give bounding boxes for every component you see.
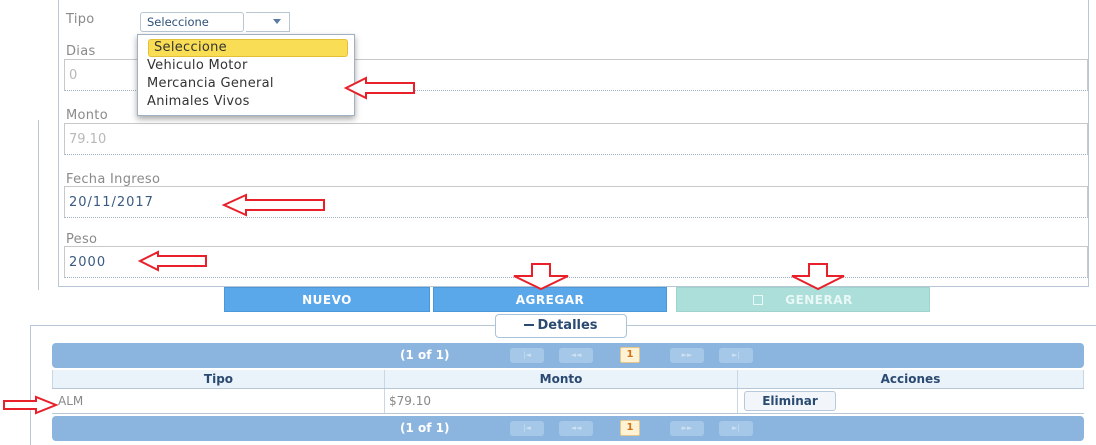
generar-button[interactable]: GENERAR [676,287,930,312]
cell-tipo: ALM [52,389,385,413]
form-panel-inner-left-border [58,0,59,287]
annotation-arrow-left-icon [221,193,325,217]
tipo-select-toggle[interactable] [266,12,290,32]
first-page-button[interactable]: |◄ [510,348,544,363]
eliminar-button[interactable]: Eliminar [744,391,836,411]
cell-monto: $79.10 [385,389,738,413]
save-icon [753,294,764,305]
column-header-monto[interactable]: Monto [385,370,738,388]
current-page-button[interactable]: 1 [620,420,640,436]
monto-field[interactable]: 79.10 [64,123,1088,155]
dias-value: 0 [69,68,78,83]
detalles-panel-left-border [30,325,31,445]
last-page-button[interactable]: ►| [719,348,753,363]
table-row-bottom-border [52,413,1084,414]
dropdown-option-animales-vivos[interactable]: Animales Vivos [147,94,250,109]
monto-value: 79.10 [69,132,107,147]
prev-page-button[interactable]: ◄◄ [559,348,593,363]
chevron-down-icon [273,19,281,24]
paginator-top: (1 of 1) |◄ ◄◄ 1 ►► ►| [52,343,1084,368]
detalles-title: Detalles [537,318,598,333]
dropdown-option-mercancia-general[interactable]: Mercancia General [147,76,274,91]
last-page-button[interactable]: ►| [719,421,753,436]
column-header-acciones[interactable]: Acciones [738,370,1084,388]
peso-label: Peso [66,232,98,247]
tipo-select-spacer [246,12,266,32]
annotation-arrow-right-icon [3,395,59,415]
detalles-toggle[interactable]: Detalles [495,314,627,338]
annotation-arrow-left-icon [343,76,415,100]
column-header-tipo[interactable]: Tipo [52,370,385,388]
prev-page-button[interactable]: ◄◄ [559,421,593,436]
fecha-ingreso-label: Fecha Ingreso [66,172,161,187]
form-panel-left-border [38,120,39,290]
peso-field[interactable]: 2000 [64,246,1088,278]
fecha-ingreso-field[interactable]: 20/11/2017 [64,186,1088,218]
peso-value: 2000 [69,255,107,270]
form-panel-right-border [1088,0,1089,287]
next-page-button[interactable]: ►► [670,348,704,363]
current-page-button[interactable]: 1 [620,347,640,363]
page-info: (1 of 1) [400,421,450,435]
dropdown-option-vehiculo-motor[interactable]: Vehiculo Motor [147,58,248,73]
tipo-dropdown-list: Seleccione Vehiculo Motor Mercancia Gene… [137,34,355,116]
fecha-ingreso-value: 20/11/2017 [69,195,154,210]
next-page-button[interactable]: ►► [670,421,704,436]
annotation-arrow-down-icon [513,263,569,291]
tipo-label: Tipo [66,12,95,27]
page-info: (1 of 1) [400,348,450,362]
monto-label: Monto [66,108,108,123]
dropdown-option-seleccione[interactable]: Seleccione [154,40,227,55]
paginator-bottom: (1 of 1) |◄ ◄◄ 1 ►► ►| [52,416,1084,441]
first-page-button[interactable]: |◄ [510,421,544,436]
annotation-arrow-down-icon [791,263,845,291]
tipo-select[interactable]: Seleccione [140,12,244,32]
minus-icon [524,323,535,326]
dias-label: Dias [66,44,96,59]
annotation-arrow-left-icon [137,250,207,272]
nuevo-button[interactable]: NUEVO [224,287,430,312]
agregar-button[interactable]: AGREGAR [433,287,667,312]
generar-label: GENERAR [785,293,853,307]
